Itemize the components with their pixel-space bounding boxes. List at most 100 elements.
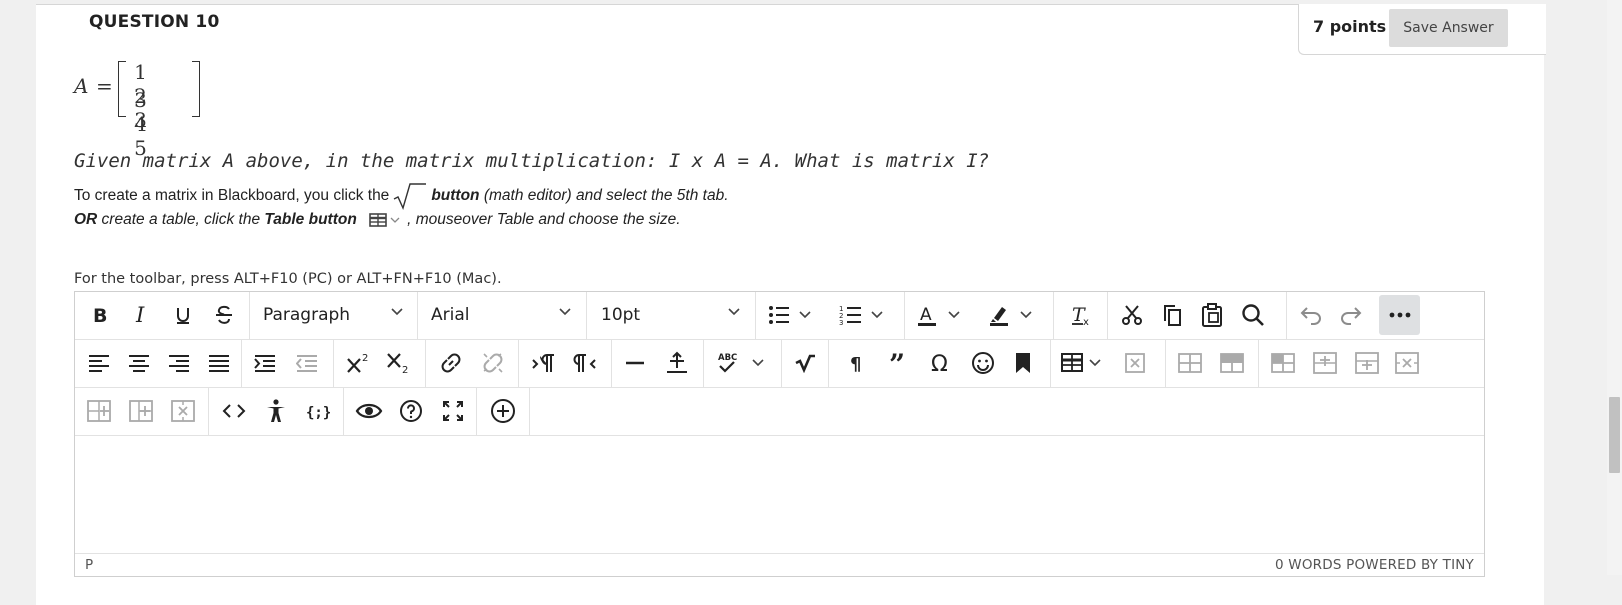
subscript-icon[interactable]: 2 bbox=[382, 345, 416, 381]
table-button-icon bbox=[369, 213, 400, 227]
matrix-cell: 4 bbox=[134, 112, 147, 136]
format-block-select[interactable]: Paragraph bbox=[263, 297, 350, 333]
editor-body[interactable] bbox=[75, 436, 1484, 552]
scrollbar-thumb[interactable] bbox=[1609, 397, 1620, 473]
square-root-icon bbox=[393, 183, 427, 210]
scrollbar-track[interactable] bbox=[1607, 0, 1622, 575]
points-label: 7 points bbox=[1313, 17, 1387, 36]
toolbar-row-3: {;} bbox=[75, 388, 1484, 436]
emoticon-icon[interactable] bbox=[967, 345, 999, 381]
word-count: 0 WORDS POWERED BY TINY bbox=[1275, 557, 1474, 573]
horizontal-line-icon[interactable] bbox=[618, 345, 652, 381]
fullscreen-icon[interactable] bbox=[436, 393, 470, 429]
font-size-select[interactable]: 10pt bbox=[601, 297, 640, 333]
table-insert-row-below-icon[interactable] bbox=[1351, 345, 1383, 381]
pilcrow-icon[interactable]: ¶ bbox=[841, 345, 873, 381]
table-icon[interactable] bbox=[1059, 345, 1111, 381]
svg-text:B: B bbox=[93, 305, 107, 325]
toolbar-group-color: A bbox=[905, 292, 1054, 339]
table-delete-icon[interactable] bbox=[1119, 345, 1151, 381]
align-right-icon[interactable] bbox=[163, 345, 195, 381]
svg-text:I: I bbox=[135, 305, 145, 325]
question-prompt: Given matrix A above, in the matrix mult… bbox=[74, 150, 990, 172]
more-icon[interactable] bbox=[1379, 295, 1420, 335]
plus-minus-icon[interactable] bbox=[660, 345, 694, 381]
superscript-icon[interactable]: 2 bbox=[342, 345, 376, 381]
underline-icon[interactable] bbox=[168, 297, 198, 333]
find-icon[interactable] bbox=[1236, 297, 1270, 333]
math-icon[interactable] bbox=[789, 345, 821, 381]
html-code-icon[interactable]: {;} bbox=[301, 393, 335, 429]
align-center-icon[interactable] bbox=[123, 345, 155, 381]
points-panel: 7 points Save Answer bbox=[1298, 4, 1546, 55]
toolbar-group-indent bbox=[242, 340, 334, 387]
bold-icon[interactable]: B bbox=[85, 297, 115, 333]
rtl-icon[interactable] bbox=[567, 345, 601, 381]
toolbar-group-block: Paragraph bbox=[250, 292, 418, 339]
numbered-list-icon[interactable]: 123 bbox=[836, 297, 894, 333]
font-family-select[interactable]: Arial bbox=[431, 297, 469, 333]
table-delete-col-icon[interactable] bbox=[167, 393, 199, 429]
chevron-down-icon bbox=[728, 308, 740, 316]
matrix-left-bracket bbox=[118, 61, 126, 117]
table-col-icons[interactable] bbox=[1267, 345, 1299, 381]
table-insert-col-icon[interactable] bbox=[83, 393, 115, 429]
table-row-above-icon[interactable] bbox=[1174, 345, 1206, 381]
table-row-below-icon[interactable] bbox=[1216, 345, 1248, 381]
matrix-right-bracket bbox=[192, 61, 200, 117]
spellcheck-icon[interactable]: ABC bbox=[710, 345, 774, 381]
preview-icon[interactable] bbox=[352, 393, 386, 429]
save-answer-button[interactable]: Save Answer bbox=[1389, 9, 1508, 47]
help-icon[interactable] bbox=[394, 393, 428, 429]
italic-icon[interactable]: I bbox=[127, 297, 157, 333]
omega-icon[interactable]: Ω bbox=[925, 345, 957, 381]
indent-icon[interactable] bbox=[248, 345, 282, 381]
link-icon[interactable] bbox=[434, 345, 468, 381]
code-icon[interactable] bbox=[217, 393, 251, 429]
svg-text:2: 2 bbox=[402, 365, 408, 374]
bookmark-icon[interactable] bbox=[1007, 345, 1039, 381]
blockquote-icon[interactable]: ” bbox=[883, 345, 915, 381]
toolbar-group-table-columns bbox=[75, 388, 209, 435]
toolbar-group-formatting: B I bbox=[75, 292, 250, 339]
table-delete-row-icon[interactable] bbox=[1391, 345, 1423, 381]
table-insert-row-icon[interactable] bbox=[1309, 345, 1341, 381]
toolbar-group-size: 10pt bbox=[587, 292, 756, 339]
toolbar-group-clear: Tx bbox=[1054, 292, 1108, 339]
question-title: QUESTION 10 bbox=[89, 12, 220, 32]
add-content-icon[interactable] bbox=[486, 393, 520, 429]
copy-icon[interactable] bbox=[1156, 297, 1188, 333]
instruction-line-1: To create a matrix in Blackboard, you cl… bbox=[74, 182, 729, 210]
chevron-down-icon bbox=[559, 308, 571, 316]
svg-text:3: 3 bbox=[839, 319, 843, 326]
undo-icon[interactable] bbox=[1295, 297, 1327, 333]
justify-icon[interactable] bbox=[203, 345, 235, 381]
redo-icon[interactable] bbox=[1335, 297, 1367, 333]
ltr-icon[interactable] bbox=[527, 345, 561, 381]
svg-text:A: A bbox=[920, 305, 932, 325]
svg-text:2: 2 bbox=[362, 353, 368, 364]
highlight-icon[interactable] bbox=[985, 297, 1043, 333]
paste-icon[interactable] bbox=[1196, 297, 1228, 333]
text-color-icon[interactable]: A bbox=[913, 297, 971, 333]
align-left-icon[interactable] bbox=[83, 345, 115, 381]
accessibility-icon[interactable] bbox=[259, 393, 293, 429]
toolbar-group-table-rows bbox=[1166, 340, 1259, 387]
toolbar-group-clipboard bbox=[1108, 292, 1287, 339]
instruction-text: , mouseover Table and choose the size. bbox=[407, 211, 681, 228]
instruction-bold: button bbox=[431, 187, 480, 205]
toolbar-group-lists: 123 bbox=[756, 292, 905, 339]
bullet-list-icon[interactable] bbox=[764, 297, 822, 333]
clear-formatting-icon[interactable]: Tx bbox=[1064, 297, 1098, 333]
outdent-icon[interactable] bbox=[290, 345, 324, 381]
table-insert-col-after-icon[interactable] bbox=[125, 393, 157, 429]
toolbar-group-add bbox=[477, 388, 530, 435]
instruction-text: To create a matrix in Blackboard, you cl… bbox=[74, 187, 390, 205]
unlink-icon[interactable] bbox=[476, 345, 510, 381]
cut-icon[interactable] bbox=[1116, 297, 1148, 333]
instruction-text: (math editor) and select the 5th tab. bbox=[479, 187, 729, 205]
svg-text:”: ” bbox=[889, 352, 905, 374]
element-path[interactable]: P bbox=[85, 557, 93, 573]
strikethrough-icon[interactable] bbox=[209, 297, 239, 333]
toolbar-row-1: B I Paragraph Arial 10pt 123 A Tx bbox=[75, 292, 1484, 340]
